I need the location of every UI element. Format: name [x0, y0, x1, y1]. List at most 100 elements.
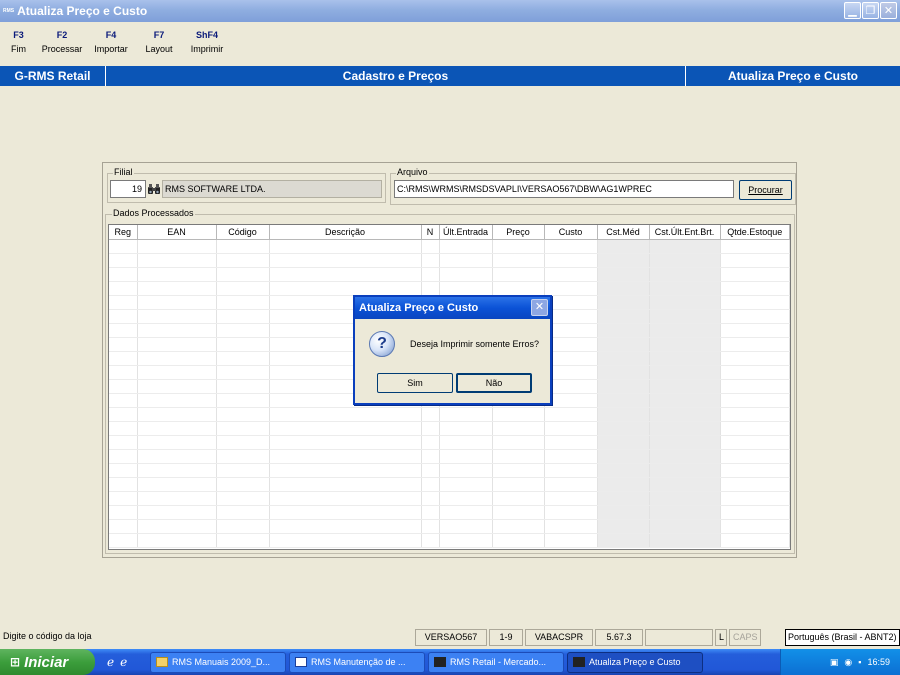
table-cell[interactable]: [216, 463, 270, 478]
close-button[interactable]: ✕: [880, 2, 897, 19]
table-cell[interactable]: [720, 463, 790, 478]
table-cell[interactable]: [439, 407, 493, 422]
table-cell[interactable]: [137, 379, 217, 394]
table-cell[interactable]: [649, 309, 721, 324]
table-cell[interactable]: [597, 365, 650, 380]
table-row[interactable]: [109, 281, 790, 296]
table-cell[interactable]: [109, 323, 138, 338]
table-cell[interactable]: [720, 477, 790, 492]
table-cell[interactable]: [544, 267, 598, 282]
table-cell[interactable]: [720, 435, 790, 450]
table-cell[interactable]: [269, 505, 422, 520]
table-cell[interactable]: [216, 519, 270, 534]
table-cell[interactable]: [137, 239, 217, 254]
table-cell[interactable]: [597, 337, 650, 352]
table-row[interactable]: [109, 435, 790, 450]
table-cell[interactable]: [421, 449, 440, 464]
table-cell[interactable]: [597, 435, 650, 450]
table-cell[interactable]: [597, 477, 650, 492]
table-cell[interactable]: [492, 435, 545, 450]
table-cell[interactable]: [720, 421, 790, 436]
table-cell[interactable]: [649, 295, 721, 310]
table-cell[interactable]: [597, 491, 650, 506]
table-cell[interactable]: [649, 533, 721, 548]
table-cell[interactable]: [216, 239, 270, 254]
table-cell[interactable]: [216, 477, 270, 492]
dialog-close-button[interactable]: ✕: [531, 299, 548, 316]
table-cell[interactable]: [109, 505, 138, 520]
table-cell[interactable]: [421, 435, 440, 450]
table-row[interactable]: [109, 505, 790, 520]
col-cst-med[interactable]: Cst.Méd: [597, 225, 650, 240]
tool-fim[interactable]: F3 Fim: [0, 30, 37, 64]
table-cell[interactable]: [544, 519, 598, 534]
table-row[interactable]: [109, 267, 790, 282]
table-cell[interactable]: [439, 267, 493, 282]
table-cell[interactable]: [137, 533, 217, 548]
table-cell[interactable]: [421, 253, 440, 268]
table-cell[interactable]: [421, 491, 440, 506]
table-cell[interactable]: [216, 449, 270, 464]
language-indicator[interactable]: Português (Brasil - ABNT2): [785, 629, 900, 646]
table-cell[interactable]: [109, 435, 138, 450]
table-cell[interactable]: [720, 379, 790, 394]
table-row[interactable]: [109, 491, 790, 506]
table-cell[interactable]: [137, 407, 217, 422]
table-row[interactable]: [109, 519, 790, 534]
table-cell[interactable]: [544, 281, 598, 296]
table-cell[interactable]: [720, 267, 790, 282]
table-cell[interactable]: [649, 267, 721, 282]
table-cell[interactable]: [137, 337, 217, 352]
table-cell[interactable]: [649, 281, 721, 296]
table-cell[interactable]: [597, 407, 650, 422]
table-cell[interactable]: [492, 239, 545, 254]
tool-processar[interactable]: F2 Processar: [37, 30, 87, 64]
table-cell[interactable]: [544, 491, 598, 506]
table-cell[interactable]: [421, 477, 440, 492]
binoculars-search-icon[interactable]: [146, 180, 162, 198]
table-cell[interactable]: [597, 393, 650, 408]
table-cell[interactable]: [421, 407, 440, 422]
table-row[interactable]: [109, 463, 790, 478]
table-cell[interactable]: [439, 253, 493, 268]
table-cell[interactable]: [649, 477, 721, 492]
table-cell[interactable]: [720, 533, 790, 548]
table-cell[interactable]: [216, 407, 270, 422]
volume-icon[interactable]: ◉: [844, 657, 852, 668]
table-cell[interactable]: [216, 351, 270, 366]
table-cell[interactable]: [216, 365, 270, 380]
table-cell[interactable]: [137, 435, 217, 450]
table-cell[interactable]: [649, 393, 721, 408]
table-cell[interactable]: [269, 407, 422, 422]
table-cell[interactable]: [597, 421, 650, 436]
table-cell[interactable]: [439, 281, 493, 296]
table-cell[interactable]: [439, 491, 493, 506]
table-cell[interactable]: [269, 533, 422, 548]
table-cell[interactable]: [216, 323, 270, 338]
table-cell[interactable]: [216, 281, 270, 296]
table-cell[interactable]: [109, 351, 138, 366]
table-row[interactable]: [109, 239, 790, 254]
table-cell[interactable]: [269, 477, 422, 492]
table-cell[interactable]: [216, 393, 270, 408]
table-cell[interactable]: [597, 253, 650, 268]
table-cell[interactable]: [720, 505, 790, 520]
table-cell[interactable]: [720, 351, 790, 366]
table-cell[interactable]: [109, 491, 138, 506]
table-row[interactable]: [109, 449, 790, 464]
table-cell[interactable]: [137, 449, 217, 464]
tool-imprimir[interactable]: ShF4 Imprimir: [183, 30, 231, 64]
table-row[interactable]: [109, 421, 790, 436]
table-cell[interactable]: [109, 463, 138, 478]
table-cell[interactable]: [137, 351, 217, 366]
table-cell[interactable]: [720, 253, 790, 268]
table-cell[interactable]: [649, 407, 721, 422]
task-atualiza-preco[interactable]: Atualiza Preço e Custo: [567, 651, 703, 673]
table-cell[interactable]: [597, 449, 650, 464]
table-cell[interactable]: [216, 421, 270, 436]
col-ean[interactable]: EAN: [137, 225, 217, 240]
table-cell[interactable]: [649, 449, 721, 464]
col-reg[interactable]: Reg: [109, 225, 138, 240]
table-cell[interactable]: [269, 421, 422, 436]
table-cell[interactable]: [421, 239, 440, 254]
